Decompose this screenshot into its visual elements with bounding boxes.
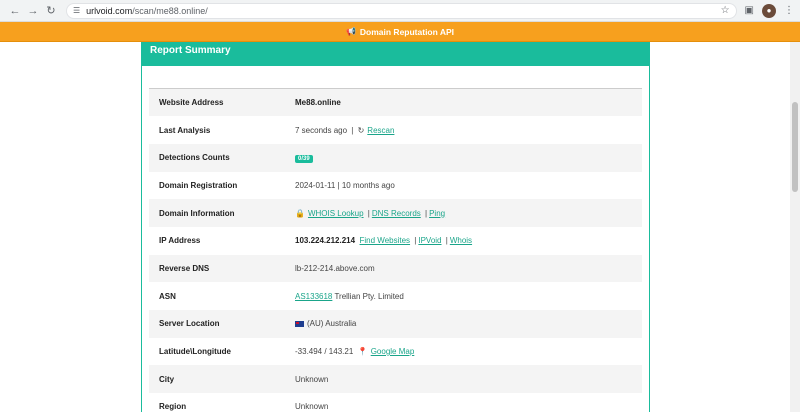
row-label: Domain Registration	[149, 171, 285, 200]
city-value: Unknown	[285, 365, 642, 394]
report-title: Report Summary	[142, 42, 649, 66]
row-label: Detections Counts	[149, 143, 285, 172]
whois-link[interactable]: Whois	[450, 236, 472, 245]
megaphone-icon: 📢	[345, 27, 356, 36]
avatar[interactable]: ●	[762, 3, 776, 18]
table-row: Domain Registration 2024-01-11 | 10 mont…	[149, 171, 642, 200]
australia-flag-icon	[295, 321, 304, 328]
table-row: Reverse DNS lb-212-214.above.com	[149, 254, 642, 283]
star-icon[interactable]: ☆	[721, 5, 730, 16]
row-label: Reverse DNS	[149, 254, 285, 283]
page-content: Report Summary Website Address Me88.onli…	[0, 42, 800, 412]
table-row: ASN AS133618 Trellian Pty. Limited	[149, 282, 642, 310]
row-label: City	[149, 365, 285, 394]
table-row: Region Unknown	[149, 393, 642, 412]
lock-icon: 🔒	[295, 208, 305, 218]
banner-text: Domain Reputation API	[359, 26, 455, 37]
row-label: Domain Information	[149, 199, 285, 227]
table-row: Latitude\Longitude -33.494 / 143.21 📍 Goo…	[149, 337, 642, 366]
url-host: urlvoid.com	[86, 5, 133, 16]
row-label: Server Location	[149, 310, 285, 338]
detections-badge: 0/39	[295, 154, 313, 163]
site-info-icon[interactable]: ☰	[73, 6, 80, 15]
page-scrollbar[interactable]	[790, 42, 800, 412]
find-websites-link[interactable]: Find Websites	[360, 236, 411, 245]
domain-registration-value: 2024-01-11 | 10 months ago	[285, 171, 642, 200]
table-row: Website Address Me88.online	[149, 88, 642, 117]
whois-lookup-link[interactable]: WHOIS Lookup	[308, 209, 364, 218]
report-card: Report Summary Website Address Me88.onli…	[141, 42, 650, 412]
url-path: /scan/me88.online/	[132, 5, 208, 16]
row-label: Last Analysis	[149, 116, 285, 144]
map-marker-icon: 📍	[357, 347, 368, 357]
ipvoid-link[interactable]: IPVoid	[418, 236, 441, 245]
scrollbar-thumb[interactable]	[792, 102, 798, 192]
row-label: Website Address	[149, 88, 285, 117]
table-row: Domain Information 🔒 WHOIS Lookup | DNS Re…	[149, 199, 642, 227]
table-row: City Unknown	[149, 365, 642, 394]
kebab-menu-icon[interactable]: ⋮	[784, 5, 794, 16]
lat-long-value: -33.494 / 143.21	[295, 347, 354, 357]
row-label: IP Address	[149, 226, 285, 255]
website-address-value: Me88.online	[295, 98, 341, 108]
google-map-link[interactable]: Google Map	[371, 347, 415, 356]
reverse-dns-value: lb-212-214.above.com	[285, 254, 642, 283]
reload-icon[interactable]: ↻	[42, 2, 60, 20]
table-row: Server Location (AU) Australia	[149, 310, 642, 338]
report-table: Website Address Me88.online Last Analysi…	[149, 88, 642, 412]
asn-link[interactable]: AS133618	[295, 292, 332, 301]
ip-address-value: 103.224.212.214	[295, 236, 356, 246]
api-banner[interactable]: 📢 Domain Reputation API	[0, 22, 800, 42]
table-row: Last Analysis 7 seconds ago | ↻ Rescan	[149, 116, 642, 144]
row-label: ASN	[149, 282, 285, 310]
rescan-link[interactable]: Rescan	[367, 126, 394, 135]
row-label: Region	[149, 393, 285, 412]
puzzle-icon[interactable]: ▣	[745, 5, 754, 16]
last-analysis-value: 7 seconds ago	[295, 125, 348, 135]
refresh-icon: ↻	[357, 125, 365, 135]
table-row: IP Address 103.224.212.214 Find Websites…	[149, 226, 642, 255]
row-label: Latitude\Longitude	[149, 337, 285, 366]
address-bar[interactable]: ☰ urlvoid.com/scan/me88.online/ ☆	[66, 2, 737, 19]
region-value: Unknown	[285, 393, 642, 412]
dns-records-link[interactable]: DNS Records	[372, 209, 421, 218]
back-icon[interactable]: ←	[6, 2, 24, 20]
table-row: Detections Counts 0/39	[149, 143, 642, 172]
ping-link[interactable]: Ping	[429, 209, 445, 218]
browser-toolbar: ← → ↻ ☰ urlvoid.com/scan/me88.online/ ☆ …	[0, 0, 800, 22]
forward-icon[interactable]: →	[24, 2, 42, 20]
asn-org-value: Trellian Pty. Limited	[334, 291, 404, 301]
server-location-value: (AU) Australia	[307, 319, 357, 329]
